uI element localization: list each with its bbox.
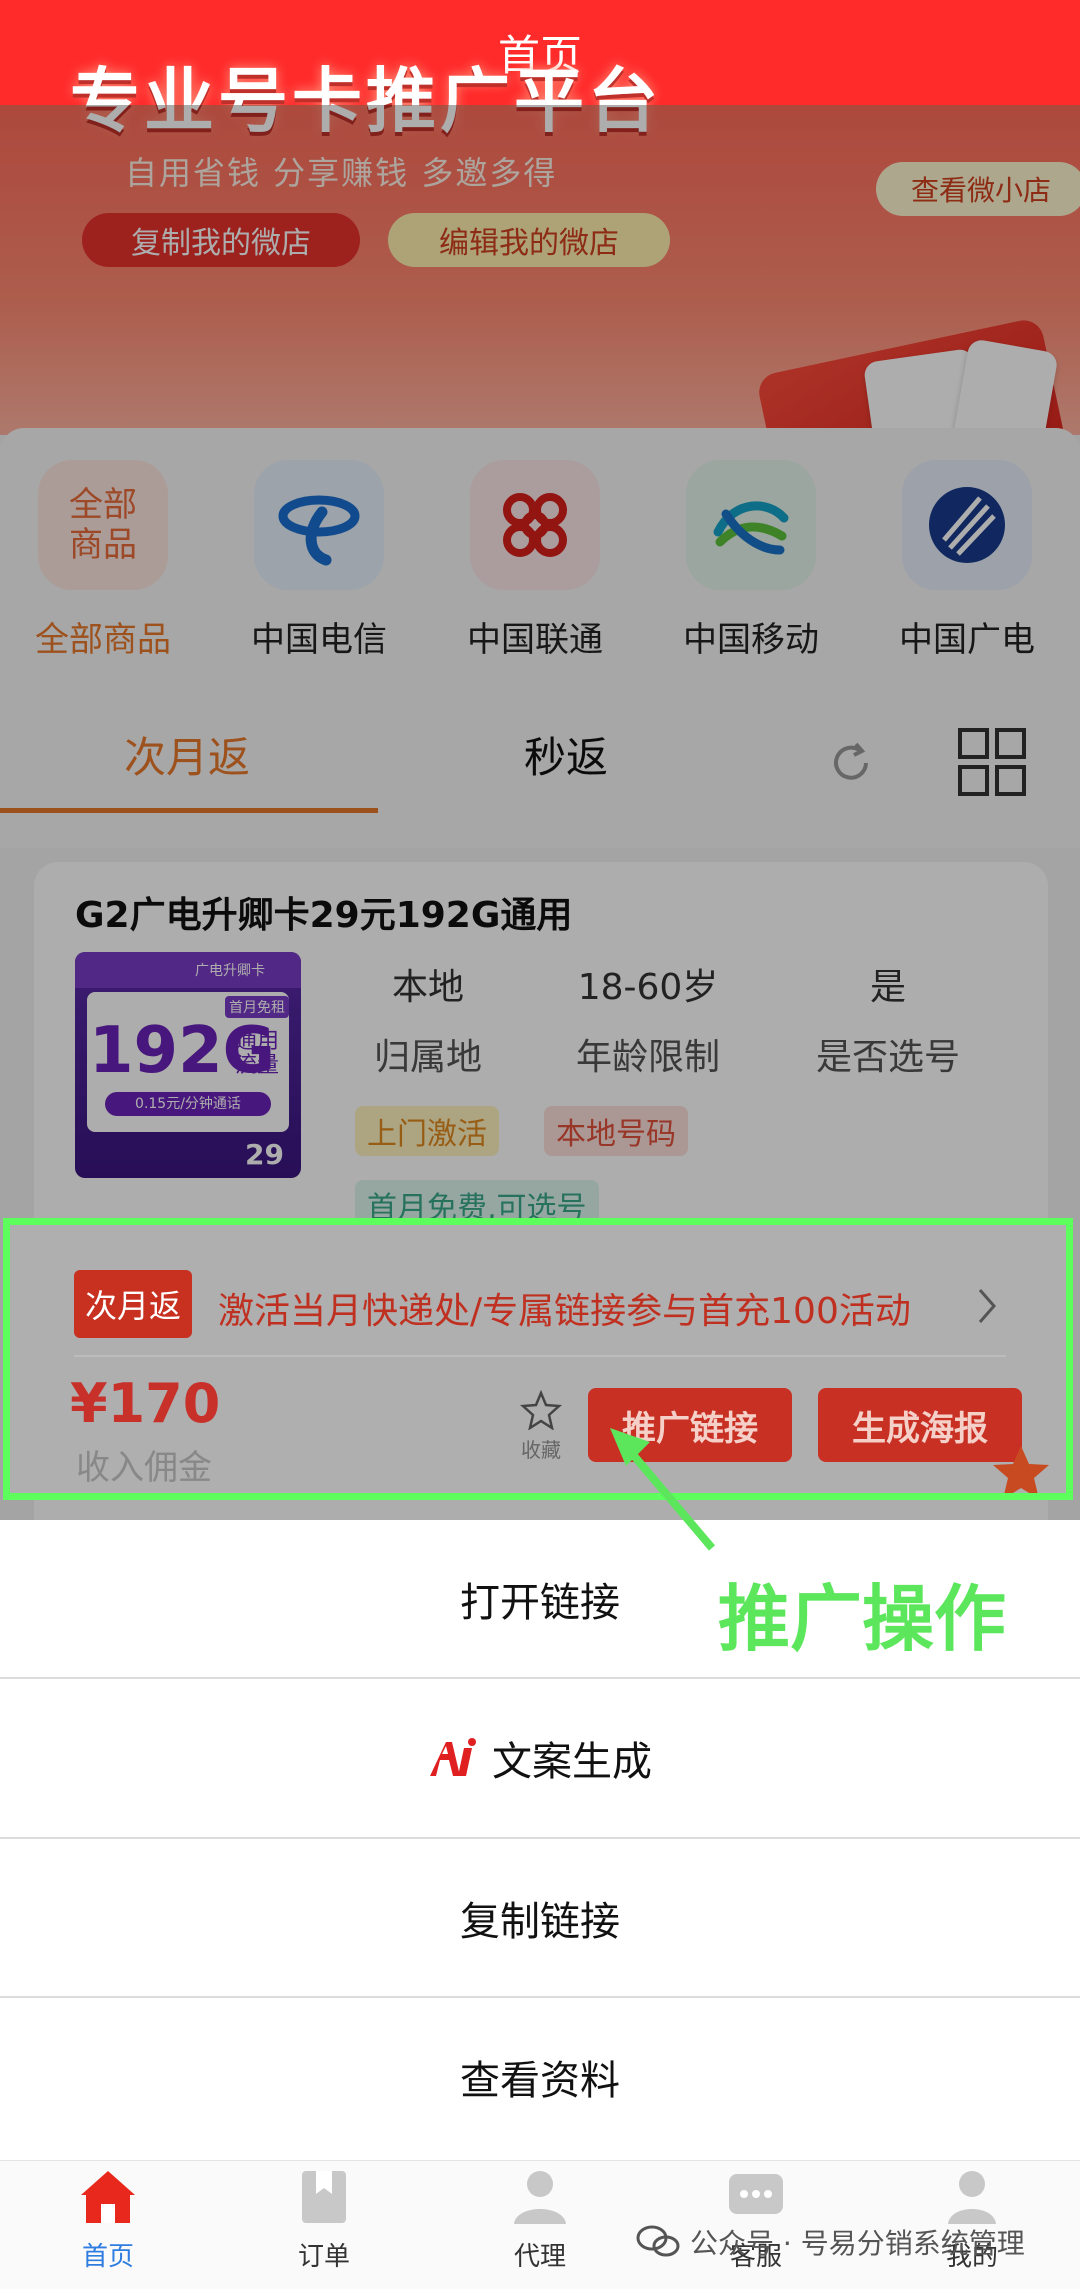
ai-copy-label: 文案生成 [492, 1739, 652, 1785]
user-icon [948, 2171, 996, 2224]
nav-label: 代理 [513, 2242, 566, 2272]
ai-copy-option[interactable]: 文案生成 [0, 1679, 1080, 1837]
home-icon [81, 2171, 135, 2223]
nav-label: 订单 [297, 2242, 350, 2272]
highlight-box [3, 1218, 1073, 1500]
view-info-option[interactable]: 查看资料 [0, 1998, 1080, 2156]
watermark: 公众号 · 号易分销系统管理 [636, 2222, 1025, 2262]
agent-icon [514, 2171, 566, 2224]
nav-label: 首页 [81, 2242, 134, 2272]
ai-icon [430, 1738, 476, 1776]
annotation-label: 推广操作 [718, 1577, 1007, 1661]
order-icon [302, 2171, 346, 2223]
nav-home[interactable]: 首页 [0, 2168, 216, 2273]
wechat-icon [636, 2225, 680, 2257]
nav-orders[interactable]: 订单 [216, 2168, 432, 2273]
nav-agent[interactable]: 代理 [432, 2168, 648, 2273]
annotation-arrow-icon [600, 1420, 730, 1564]
copy-link-option[interactable]: 复制链接 [0, 1839, 1080, 1997]
chat-icon [729, 2174, 783, 2214]
